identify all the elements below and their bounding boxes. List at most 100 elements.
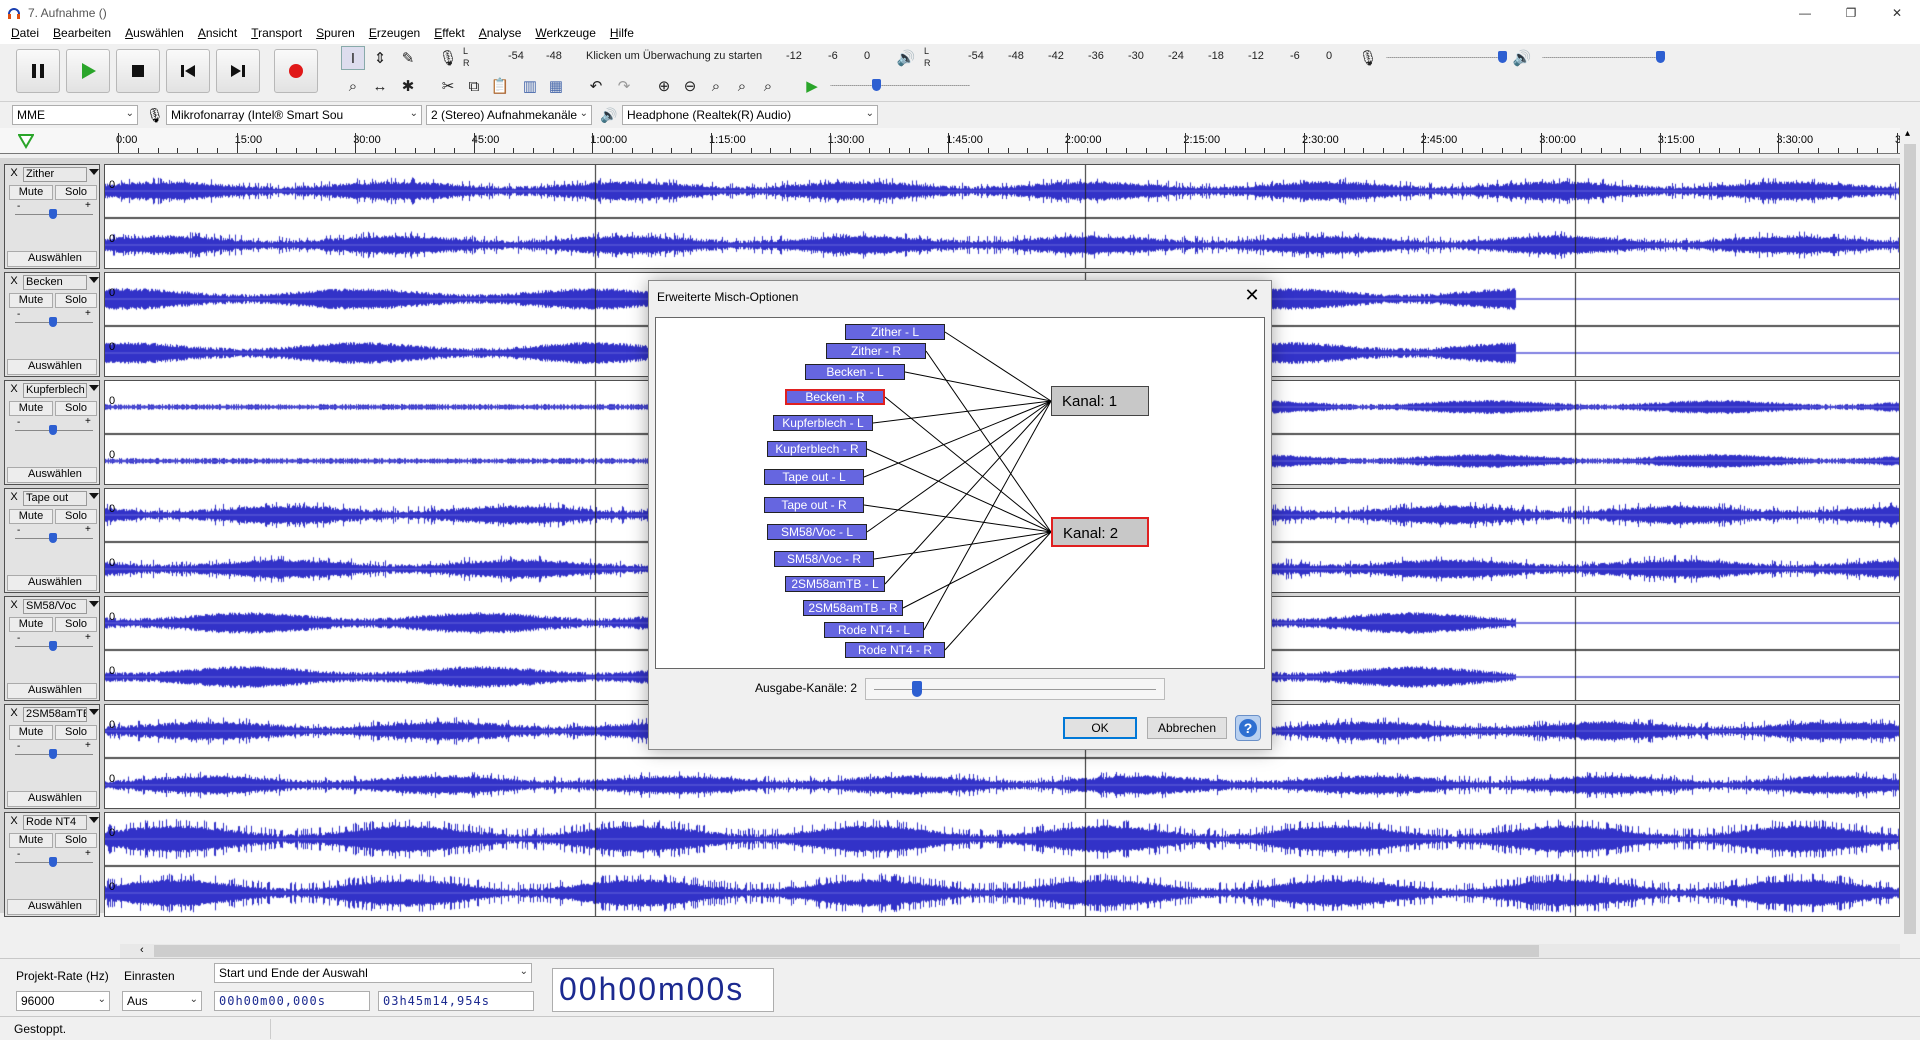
mix-source-track[interactable]: Kupferblech - R [767,441,867,457]
track-menu-arrow-icon[interactable] [89,601,99,607]
selection-tool[interactable]: I [341,46,365,70]
record-button[interactable] [274,49,318,93]
menu-erzeugen[interactable]: Erzeugen [362,26,427,40]
playback-volume-slider[interactable] [1542,48,1665,68]
track-control-panel[interactable]: X Rode NT4 Mute Solo - + Auswählen [4,812,100,917]
track-solo-button[interactable]: Solo [55,617,97,632]
track-solo-button[interactable]: Solo [55,293,97,308]
track-select-button[interactable]: Auswählen [7,575,97,591]
track-gain-knob[interactable] [49,857,57,867]
time-shift-tool[interactable]: ↔ [368,74,392,98]
play-speed-knob[interactable] [872,79,881,91]
track-waveform[interactable]: 0 0 [104,812,1900,917]
audio-position-display[interactable]: 00h00m00s [552,968,774,1012]
stop-button[interactable] [116,49,160,93]
multi-tool[interactable]: ✱ [396,74,420,98]
scroll-left-icon[interactable]: ‹ [140,944,144,956]
silence-button[interactable]: ▦ [544,74,568,98]
track-select-button[interactable]: Auswählen [7,251,97,267]
selection-end-time[interactable]: 03h45m14,954s [378,991,534,1011]
track-gain-knob[interactable] [49,533,57,543]
redo-button[interactable]: ↷ [612,74,636,98]
play-meter-button[interactable]: 🔊 [894,46,918,70]
output-channels-knob[interactable] [912,681,922,697]
track-menu-arrow-icon[interactable] [89,277,99,283]
track-solo-button[interactable]: Solo [55,509,97,524]
track-close-button[interactable]: X [7,491,21,505]
envelope-tool[interactable]: ⇕ [368,46,392,70]
project-rate-select[interactable]: 96000 ⌄ [16,991,110,1011]
mix-source-track[interactable]: 2SM58amTB - L [785,576,885,592]
audio-host-select[interactable]: MME ⌄ [12,105,138,125]
record-volume-slider[interactable] [1386,48,1507,68]
track-name-menu[interactable]: Zither [23,167,87,182]
paste-button[interactable]: 📋 [488,74,512,98]
menu-transport[interactable]: Transport [244,26,309,40]
ok-button[interactable]: OK [1063,717,1137,739]
track-control-panel[interactable]: X Zither Mute Solo - + Auswählen [4,164,100,269]
track-solo-button[interactable]: Solo [55,401,97,416]
dialog-close-button[interactable]: ✕ [1241,284,1263,306]
record-meter-button[interactable]: 🎙 [436,46,460,70]
track-gain-knob[interactable] [49,317,57,327]
timeline-ruler[interactable]: 0:00 15:00 30:00 45:00 1:00:00 1:15:00 1:30:00… [0,128,1920,154]
menu-bearbeiten[interactable]: Bearbeiten [46,26,118,40]
track-gain-slider[interactable] [15,423,93,437]
skip-end-button[interactable] [216,49,260,93]
track-menu-arrow-icon[interactable] [89,493,99,499]
track-mute-button[interactable]: Mute [9,509,53,524]
play-at-speed-button[interactable]: ▶ [800,74,824,98]
mix-source-track[interactable]: Rode NT4 - R [845,642,945,658]
track-select-button[interactable]: Auswählen [7,683,97,699]
record-volume-knob[interactable] [1498,51,1507,63]
mix-source-track[interactable]: Rode NT4 - L [824,622,924,638]
track-mute-button[interactable]: Mute [9,293,53,308]
track-menu-arrow-icon[interactable] [89,385,99,391]
track-control-panel[interactable]: X Becken Mute Solo - + Auswählen [4,272,100,377]
track-control-panel[interactable]: X Tape out Mute Solo - + Auswählen [4,488,100,593]
track-name-menu[interactable]: Kupferblech [23,383,87,398]
menu-werkzeuge[interactable]: Werkzeuge [528,26,602,40]
draw-tool[interactable]: ✎ [396,46,420,70]
track-select-button[interactable]: Auswählen [7,791,97,807]
play-speed-slider[interactable] [830,76,970,96]
zoom-toggle-button[interactable]: ⌕ [756,74,780,98]
track-gain-knob[interactable] [49,425,57,435]
mix-source-track[interactable]: Kupferblech - L [773,415,873,431]
mix-source-track[interactable]: SM58/Voc - L [767,524,867,540]
track-select-button[interactable]: Auswählen [7,899,97,915]
track-waveform[interactable]: 0 0 [104,164,1900,269]
cancel-button[interactable]: Abbrechen [1147,717,1227,739]
menu-analyse[interactable]: Analyse [472,26,529,40]
output-channels-slider[interactable] [865,678,1165,700]
track-menu-arrow-icon[interactable] [89,169,99,175]
copy-button[interactable]: ⧉ [462,74,486,98]
mix-source-track[interactable]: SM58/Voc - R [774,551,874,567]
menu-datei[interactable]: Datei [4,26,46,40]
track-name-menu[interactable]: 2SM58amTB [23,707,87,722]
mix-source-track[interactable]: Tape out - L [764,469,864,485]
track-name-menu[interactable]: SM58/Voc [23,599,87,614]
track-solo-button[interactable]: Solo [55,185,97,200]
selection-mode-select[interactable]: Start und Ende der Auswahl ⌄ [214,963,532,983]
track-mute-button[interactable]: Mute [9,617,53,632]
menu-auswaehlen[interactable]: Auswählen [118,26,191,40]
menu-ansicht[interactable]: Ansicht [191,26,244,40]
scroll-up-icon[interactable]: ▴ [1905,128,1910,139]
track-solo-button[interactable]: Solo [55,833,97,848]
track-mute-button[interactable]: Mute [9,401,53,416]
track-gain-slider[interactable] [15,531,93,545]
track-mute-button[interactable]: Mute [9,725,53,740]
track-mute-button[interactable]: Mute [9,833,53,848]
track-close-button[interactable]: X [7,815,21,829]
playback-volume-knob[interactable] [1656,51,1665,63]
mix-source-track[interactable]: Becken - R [785,389,885,405]
trim-button[interactable]: ▥ [518,74,542,98]
menu-effekt[interactable]: Effekt [427,26,471,40]
play-head-icon[interactable] [18,133,34,149]
track-close-button[interactable]: X [7,383,21,397]
record-meter[interactable]: -54 -48 Klicken um Überwachung zu starte… [474,46,876,68]
track-gain-slider[interactable] [15,639,93,653]
track-gain-slider[interactable] [15,855,93,869]
horizontal-scrollbar[interactable]: ‹ [120,944,1900,958]
